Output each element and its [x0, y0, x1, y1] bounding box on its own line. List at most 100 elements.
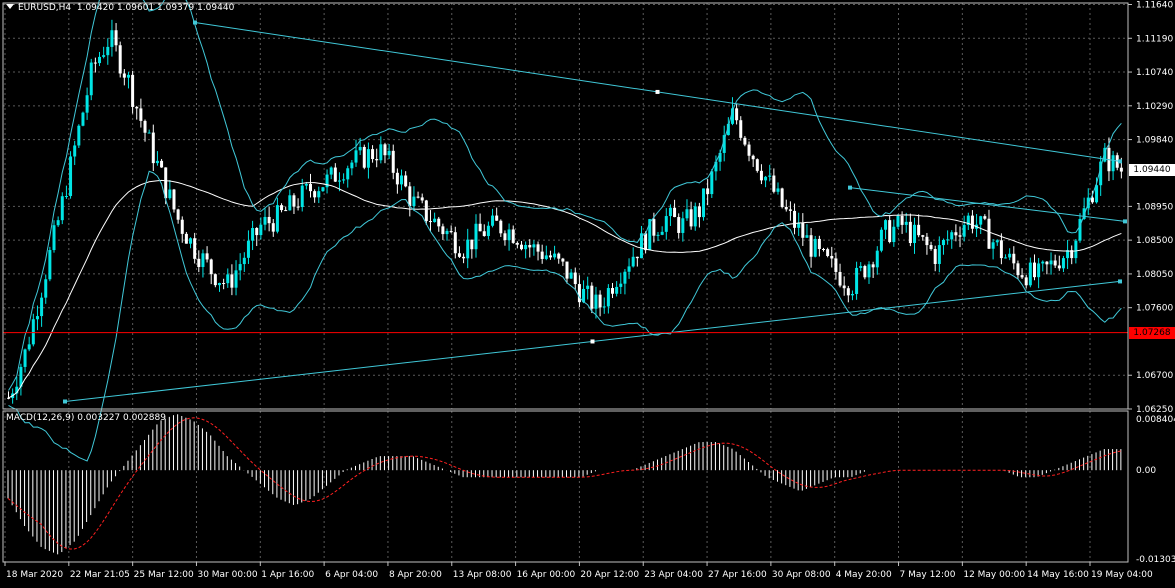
candle-body[interactable]: [586, 285, 590, 289]
candle-body[interactable]: [776, 188, 780, 192]
candle-body[interactable]: [784, 207, 788, 210]
candle-body[interactable]: [755, 159, 759, 171]
candle-body[interactable]: [801, 222, 805, 238]
candle-body[interactable]: [747, 144, 751, 156]
candle-body[interactable]: [375, 159, 379, 161]
candle-body[interactable]: [284, 210, 288, 212]
candle-body[interactable]: [433, 218, 437, 223]
candle-body[interactable]: [908, 221, 912, 244]
candle-body[interactable]: [768, 175, 772, 177]
candle-body[interactable]: [85, 95, 89, 113]
candle-body[interactable]: [954, 232, 958, 236]
candle-body[interactable]: [515, 242, 519, 245]
candle-body[interactable]: [544, 255, 548, 259]
candle-body[interactable]: [81, 112, 85, 126]
candle-body[interactable]: [788, 209, 792, 211]
candle-body[interactable]: [457, 253, 461, 257]
candle-body[interactable]: [118, 45, 122, 74]
candle-body[interactable]: [933, 249, 937, 264]
candle-body[interactable]: [793, 210, 797, 228]
candle-body[interactable]: [27, 344, 31, 350]
candle-body[interactable]: [309, 183, 313, 192]
candle-body[interactable]: [317, 191, 321, 198]
candle-body[interactable]: [193, 238, 197, 259]
candle-body[interactable]: [821, 248, 825, 250]
candle-body[interactable]: [577, 284, 581, 303]
candle-body[interactable]: [102, 55, 106, 57]
candle-body[interactable]: [1004, 257, 1008, 259]
trendline-handle[interactable]: [63, 399, 67, 404]
candle-body[interactable]: [60, 196, 64, 221]
candle-body[interactable]: [896, 215, 900, 227]
candle-body[interactable]: [246, 240, 250, 258]
candle-body[interactable]: [871, 264, 875, 268]
candle-body[interactable]: [1024, 277, 1028, 286]
candle-body[interactable]: [160, 160, 164, 168]
candle-body[interactable]: [917, 224, 921, 236]
metatrader-chart-window[interactable]: 1.11640 1.11190 1.10740 1.10290 1.09840 1.089…: [0, 0, 1175, 584]
candle-body[interactable]: [259, 224, 263, 236]
candle-body[interactable]: [615, 286, 619, 294]
candle-body[interactable]: [155, 160, 159, 164]
candle-body[interactable]: [602, 306, 606, 308]
candle-body[interactable]: [420, 197, 424, 201]
candle-body[interactable]: [495, 215, 499, 221]
candle-body[interactable]: [743, 137, 747, 145]
candle-body[interactable]: [689, 209, 693, 227]
candle-body[interactable]: [573, 272, 577, 285]
candle-body[interactable]: [474, 223, 478, 250]
candle-body[interactable]: [1020, 275, 1024, 278]
candle-body[interactable]: [888, 220, 892, 243]
candle-body[interactable]: [350, 162, 354, 169]
candle-body[interactable]: [441, 226, 445, 235]
candle-body[interactable]: [987, 218, 991, 249]
candle-body[interactable]: [354, 150, 358, 163]
trendline-handle[interactable]: [1118, 159, 1122, 164]
candle-body[interactable]: [834, 258, 838, 272]
candle-body[interactable]: [1008, 253, 1012, 258]
candle-body[interactable]: [342, 179, 346, 181]
candle-body[interactable]: [408, 186, 412, 207]
candle-body[interactable]: [875, 250, 879, 268]
candle-body[interactable]: [764, 176, 768, 181]
candle-body[interactable]: [428, 221, 432, 223]
candle-body[interactable]: [710, 171, 714, 195]
candle-body[interactable]: [677, 217, 681, 233]
candle-body[interactable]: [685, 209, 689, 219]
candle-body[interactable]: [519, 244, 523, 250]
candle-body[interactable]: [217, 283, 221, 286]
candle-body[interactable]: [395, 172, 399, 185]
candle-body[interactable]: [751, 155, 755, 160]
candle-body[interactable]: [35, 316, 39, 320]
candle-body[interactable]: [234, 270, 238, 288]
candle-body[interactable]: [664, 216, 668, 232]
candle-body[interactable]: [859, 266, 863, 268]
candle-body[interactable]: [536, 244, 540, 252]
candle-body[interactable]: [892, 226, 896, 243]
candle-body[interactable]: [590, 285, 594, 309]
candle-body[interactable]: [222, 283, 226, 285]
candle-body[interactable]: [1045, 261, 1049, 265]
candle-body[interactable]: [627, 266, 631, 272]
candle-body[interactable]: [337, 180, 341, 182]
candle-body[interactable]: [565, 261, 569, 279]
candle-body[interactable]: [453, 232, 457, 254]
candle-body[interactable]: [598, 294, 602, 308]
candle-body[interactable]: [205, 253, 209, 260]
candle-body[interactable]: [1041, 261, 1045, 264]
candle-body[interactable]: [89, 62, 93, 96]
candle-body[interactable]: [31, 319, 35, 345]
candle-body[interactable]: [524, 244, 528, 250]
candle-body[interactable]: [884, 220, 888, 230]
candle-body[interactable]: [1049, 260, 1053, 265]
trendline-handle[interactable]: [1118, 279, 1122, 284]
candle-body[interactable]: [611, 288, 615, 294]
candle-body[interactable]: [668, 207, 672, 217]
candle-body[interactable]: [623, 271, 627, 284]
candle-body[interactable]: [64, 196, 68, 198]
candle-body[interactable]: [1111, 155, 1115, 172]
candle-body[interactable]: [635, 256, 639, 259]
candle-body[interactable]: [98, 56, 102, 64]
candle-body[interactable]: [296, 206, 300, 208]
candle-body[interactable]: [114, 30, 118, 46]
